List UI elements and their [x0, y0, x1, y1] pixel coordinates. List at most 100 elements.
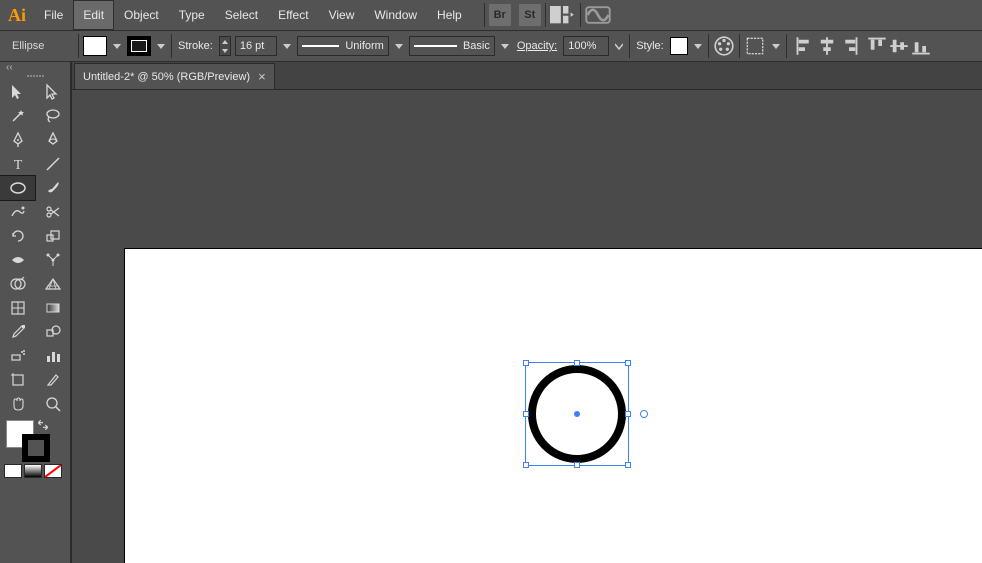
- puppet-warp-tool[interactable]: [35, 248, 70, 272]
- eyedropper-tool[interactable]: [0, 320, 35, 344]
- stroke-color-box[interactable]: [22, 434, 50, 462]
- document-area: Untitled-2* @ 50% (RGB/Preview) ×: [72, 62, 982, 563]
- artboard[interactable]: [124, 248, 982, 563]
- stroke-swatch-dropdown[interactable]: [155, 36, 167, 56]
- line-tool[interactable]: [35, 152, 70, 176]
- ellipse-tool[interactable]: [0, 176, 35, 200]
- profile-dropdown[interactable]: [393, 36, 405, 56]
- stroke-weight-field[interactable]: 16 pt: [235, 36, 277, 56]
- recolor-artwork-icon[interactable]: [713, 35, 735, 57]
- opacity-dropdown[interactable]: [613, 36, 625, 56]
- selection-handle-w[interactable]: [523, 411, 529, 417]
- width-tool[interactable]: [0, 248, 35, 272]
- menu-object[interactable]: Object: [114, 0, 169, 30]
- color-mode-row: [0, 464, 70, 480]
- app-logo-icon: Ai: [0, 0, 34, 30]
- selection-handle-se[interactable]: [625, 462, 631, 468]
- direct-selection-tool[interactable]: [35, 80, 70, 104]
- arrange-documents-icon[interactable]: [550, 4, 576, 26]
- menu-select[interactable]: Select: [215, 0, 268, 30]
- gpu-preview-icon[interactable]: [585, 4, 611, 26]
- selection-handle-e[interactable]: [625, 411, 631, 417]
- menu-type[interactable]: Type: [169, 0, 215, 30]
- align-to-dropdown[interactable]: [770, 36, 782, 56]
- selection-tool[interactable]: [0, 80, 35, 104]
- selection-bounding-box[interactable]: [525, 362, 629, 466]
- document-tab[interactable]: Untitled-2* @ 50% (RGB/Preview) ×: [74, 63, 275, 89]
- menu-window[interactable]: Window: [364, 0, 427, 30]
- pen-tool[interactable]: [0, 128, 35, 152]
- workspace: T: [0, 62, 982, 563]
- column-graph-tool[interactable]: [35, 344, 70, 368]
- type-tool[interactable]: T: [0, 152, 35, 176]
- align-vcenter-icon[interactable]: [889, 36, 909, 56]
- selection-handle-ne[interactable]: [625, 360, 631, 366]
- curvature-tool[interactable]: [35, 128, 70, 152]
- color-mode-none[interactable]: [44, 464, 62, 478]
- canvas-viewport[interactable]: [72, 90, 982, 563]
- selection-center-icon[interactable]: [574, 411, 580, 417]
- panel-collapse-icon[interactable]: [0, 62, 70, 72]
- align-left-icon[interactable]: [795, 36, 815, 56]
- align-to-selection-icon[interactable]: [744, 35, 766, 57]
- bridge-launch-icon[interactable]: Br: [489, 4, 511, 26]
- stroke-swatch[interactable]: [127, 36, 151, 56]
- style-label: Style:: [634, 40, 666, 52]
- profile-uniform-label: Uniform: [345, 40, 384, 52]
- align-vertical-group: [867, 36, 931, 56]
- rotate-tool[interactable]: [0, 224, 35, 248]
- shape-builder-tool[interactable]: [0, 272, 35, 296]
- stroke-weight-stepper[interactable]: [219, 36, 231, 56]
- symbol-sprayer-tool[interactable]: [0, 344, 35, 368]
- menu-help[interactable]: Help: [427, 0, 472, 30]
- selection-handle-s[interactable]: [574, 462, 580, 468]
- perspective-grid-tool[interactable]: [35, 272, 70, 296]
- panel-grip-icon[interactable]: [0, 72, 70, 80]
- fill-swatch-dropdown[interactable]: [111, 36, 123, 56]
- swap-fill-stroke-icon[interactable]: [36, 418, 50, 432]
- align-right-icon[interactable]: [839, 36, 859, 56]
- menu-view[interactable]: View: [319, 0, 365, 30]
- color-mode-gradient[interactable]: [24, 464, 42, 478]
- selection-handle-n[interactable]: [574, 360, 580, 366]
- menu-bar: Ai File Edit Object Type Select Effect V…: [0, 0, 982, 30]
- menu-effect[interactable]: Effect: [268, 0, 318, 30]
- brush-dropdown[interactable]: [499, 36, 511, 56]
- align-top-icon[interactable]: [867, 36, 887, 56]
- mesh-tool[interactable]: [0, 296, 35, 320]
- shaper-tool[interactable]: [0, 200, 35, 224]
- zoom-tool[interactable]: [35, 392, 70, 416]
- hand-tool[interactable]: [0, 392, 35, 416]
- blend-tool[interactable]: [35, 320, 70, 344]
- selection-handle-nw[interactable]: [523, 360, 529, 366]
- paintbrush-tool[interactable]: [35, 176, 70, 200]
- magic-wand-tool[interactable]: [0, 104, 35, 128]
- selection-rotate-handle[interactable]: [640, 410, 648, 418]
- stroke-weight-dropdown[interactable]: [281, 36, 293, 56]
- style-dropdown[interactable]: [692, 36, 704, 56]
- brush-definition[interactable]: Basic: [409, 36, 495, 56]
- scale-tool[interactable]: [35, 224, 70, 248]
- variable-width-profile[interactable]: Uniform: [297, 36, 389, 56]
- opacity-field[interactable]: 100%: [563, 36, 609, 56]
- lasso-tool[interactable]: [35, 104, 70, 128]
- gradient-tool[interactable]: [35, 296, 70, 320]
- stock-launch-icon[interactable]: St: [519, 4, 541, 26]
- opacity-label[interactable]: Opacity:: [515, 40, 559, 52]
- artboard-tool[interactable]: [0, 368, 35, 392]
- brush-basic-label: Basic: [463, 40, 490, 52]
- fill-swatch[interactable]: [83, 36, 107, 56]
- menu-file[interactable]: File: [34, 0, 73, 30]
- document-tab-bar: Untitled-2* @ 50% (RGB/Preview) ×: [72, 62, 982, 90]
- graphic-style-swatch[interactable]: [670, 37, 688, 55]
- align-hcenter-icon[interactable]: [817, 36, 837, 56]
- close-tab-icon[interactable]: ×: [258, 69, 266, 84]
- control-bar: Ellipse Stroke: 16 pt Uniform Basic Opac…: [0, 30, 982, 62]
- svg-text:T: T: [13, 158, 22, 173]
- slice-tool[interactable]: [35, 368, 70, 392]
- align-bottom-icon[interactable]: [911, 36, 931, 56]
- menu-edit[interactable]: Edit: [73, 0, 114, 30]
- scissors-tool[interactable]: [35, 200, 70, 224]
- color-mode-solid[interactable]: [4, 464, 22, 478]
- selection-handle-sw[interactable]: [523, 462, 529, 468]
